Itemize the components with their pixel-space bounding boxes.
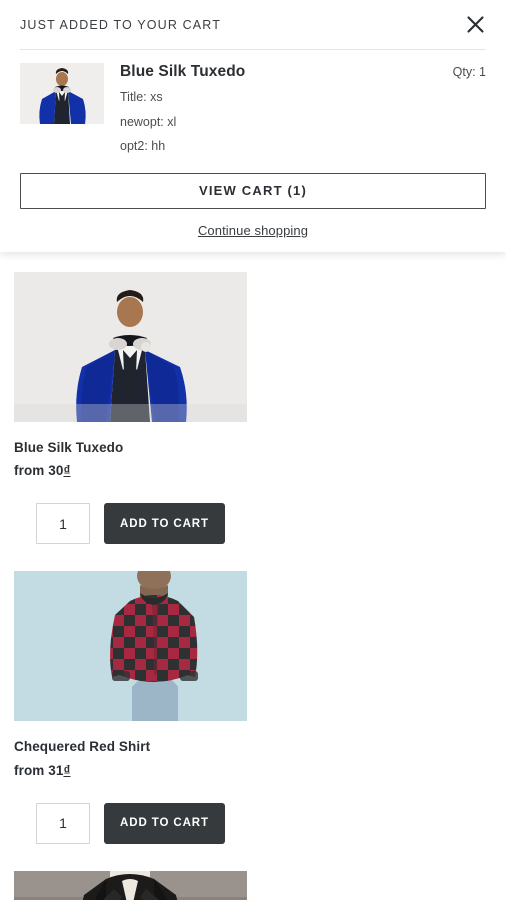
view-cart-button[interactable]: VIEW CART (1) — [20, 172, 486, 209]
cart-notification-header: JUST ADDED TO YOUR CART — [20, 0, 486, 50]
chequered-red-shirt-image[interactable] — [14, 571, 247, 722]
quantity-input[interactable] — [36, 503, 91, 545]
continue-shopping-wrapper: Continue shopping — [20, 222, 486, 240]
cart-item-details: Blue Silk Tuxedo Qty: 1 Title: xs newopt… — [120, 63, 486, 155]
product-add-form: ADD TO CART — [14, 802, 247, 871]
blue-silk-tuxedo-image[interactable] — [14, 272, 247, 422]
add-to-cart-button[interactable]: ADD TO CART — [104, 802, 225, 844]
product-price-amount: from 30 — [14, 463, 64, 479]
product-price: from 31₫ — [14, 762, 247, 780]
product-price: from 30₫ — [14, 462, 247, 480]
add-to-cart-button[interactable]: ADD TO CART — [104, 503, 225, 545]
cart-item-title-row: Blue Silk Tuxedo Qty: 1 — [120, 63, 486, 81]
product-card[interactable]: Blue Silk Tuxedo from 30₫ ADD TO CART — [14, 272, 247, 571]
cart-line-item: Blue Silk Tuxedo Qty: 1 Title: xs newopt… — [20, 50, 486, 155]
cart-item-option: Title: xs — [120, 90, 163, 104]
cart-item-quantity: Qty: 1 — [452, 65, 486, 79]
currency-symbol: ₫ — [63, 463, 71, 479]
close-icon — [466, 15, 485, 34]
product-title[interactable]: Blue Silk Tuxedo — [14, 439, 247, 457]
product-card[interactable]: Chequered Red Shirt from 31₫ ADD TO CART — [14, 571, 247, 870]
classic-leather-jacket-image[interactable] — [14, 870, 247, 900]
product-price-amount: from 31 — [14, 762, 64, 778]
cart-notification-heading: JUST ADDED TO YOUR CART — [20, 17, 222, 32]
product-grid: Blue Silk Tuxedo from 30₫ ADD TO CART — [14, 272, 492, 900]
storefront-page: FILTER BY — [0, 0, 506, 900]
product-card[interactable]: Classic Leather Jacket from 32₫ ADD TO C… — [14, 870, 247, 900]
product-add-form: ADD TO CART — [14, 503, 247, 571]
cart-item-option: opt2: hh — [120, 139, 166, 154]
cart-item-title[interactable]: Blue Silk Tuxedo — [120, 63, 245, 81]
cart-item-thumbnail[interactable] — [20, 63, 104, 124]
close-cart-notification-button[interactable] — [460, 10, 490, 40]
currency-symbol: ₫ — [63, 762, 71, 778]
cart-item-option: newopt: xl — [120, 114, 177, 129]
quantity-input[interactable] — [36, 802, 91, 844]
continue-shopping-link[interactable]: Continue shopping — [198, 223, 308, 238]
product-title[interactable]: Chequered Red Shirt — [14, 738, 247, 756]
cart-notification-popup: JUST ADDED TO YOUR CART Blue Silk Tuxedo… — [0, 0, 506, 252]
